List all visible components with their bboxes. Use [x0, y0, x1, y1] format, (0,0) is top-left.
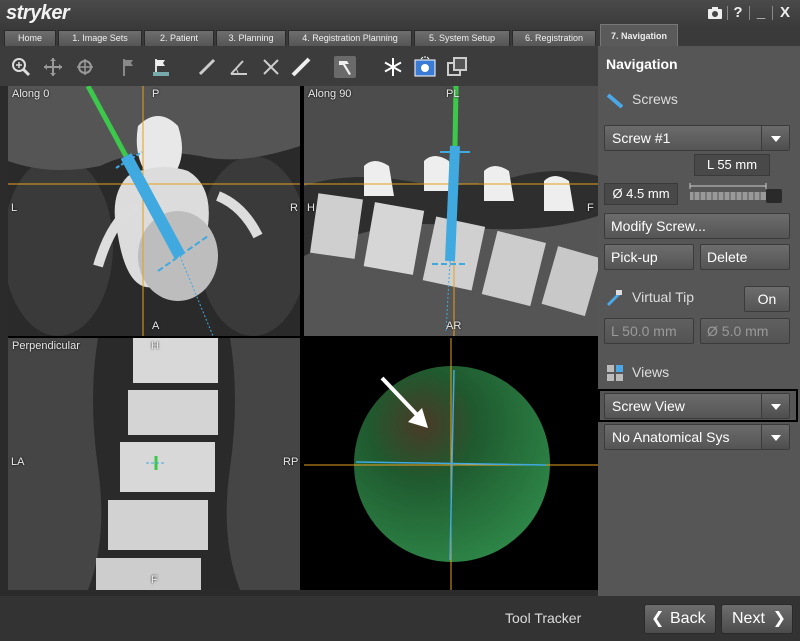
screw-view-target — [304, 338, 598, 590]
title-bar: stryker ? _ X — [0, 0, 800, 28]
chevron-down-icon — [761, 126, 789, 150]
virtual-tip-section: Virtual Tip — [606, 289, 694, 307]
tab-bar: Home 1. Image Sets 2. Patient 3. Plannin… — [0, 24, 800, 46]
stryker-logo: stryker — [6, 2, 70, 24]
screw-length-value: L 55 mm — [694, 154, 770, 176]
coronal-image — [8, 338, 300, 590]
chevron-right-icon: ❯ — [772, 610, 786, 627]
pan-icon[interactable] — [42, 56, 64, 78]
next-button[interactable]: Next ❯ — [721, 604, 793, 634]
virtual-tip-icon — [606, 289, 624, 307]
screw-select-value: Screw #1 — [612, 130, 671, 146]
landmark-icon[interactable] — [150, 56, 172, 78]
virtual-tip-label: Virtual Tip — [632, 289, 694, 305]
tab-patient[interactable]: 2. Patient — [144, 30, 214, 46]
next-button-label: Next — [732, 610, 765, 627]
chevron-left-icon: ❮ — [651, 610, 665, 627]
flag-icon[interactable] — [118, 56, 140, 78]
tab-home[interactable]: Home — [4, 30, 56, 46]
sagittal-image — [304, 86, 598, 336]
sagittal-viewport[interactable]: Along 90 PL AR H F — [304, 86, 598, 336]
tab-planning[interactable]: 3. Planning — [216, 30, 286, 46]
coronal-viewport[interactable]: Perpendicular H F LA RP — [8, 338, 300, 590]
close-button[interactable]: X — [776, 4, 794, 22]
screws-section: Screws — [606, 91, 678, 109]
view-select[interactable]: Screw View — [604, 393, 790, 419]
screw-select[interactable]: Screw #1 — [604, 125, 790, 151]
coronal-right-orient: RP — [283, 456, 299, 468]
navigation-panel: Navigation Screws Screw #1 L 55 mm Ø 4.5… — [598, 46, 800, 596]
virtual-tip-toggle[interactable]: On — [744, 286, 790, 312]
coronal-top-orient: H — [151, 340, 159, 352]
tab-system-setup[interactable]: 5. System Setup — [414, 30, 510, 46]
back-button[interactable]: ❮ Back — [644, 604, 716, 634]
tip-diameter-field[interactable]: Ø 5.0 mm — [700, 318, 790, 344]
panel-title: Navigation — [606, 56, 678, 72]
axial-top-orient: P — [152, 88, 160, 100]
chevron-down-icon — [761, 394, 789, 418]
tab-registration-planning[interactable]: 4. Registration Planning — [288, 30, 412, 46]
camera-icon[interactable] — [706, 4, 724, 22]
views-section: Views — [606, 364, 669, 382]
anatomical-system-select[interactable]: No Anatomical Sys — [604, 424, 790, 450]
zoom-icon[interactable] — [10, 56, 32, 78]
sagittal-left-orient: H — [307, 202, 315, 214]
screw-view-viewport[interactable] — [304, 338, 598, 590]
bottom-bar: Tool Tracker ❮ Back Next ❯ — [0, 596, 800, 641]
camera-view-icon[interactable] — [414, 56, 436, 78]
chevron-down-icon — [761, 425, 789, 449]
views-section-label: Views — [632, 364, 670, 380]
hammer-icon[interactable] — [334, 56, 356, 78]
views-icon — [606, 364, 624, 382]
delete-button[interactable]: Delete — [700, 244, 790, 270]
sagittal-bottom-orient: AR — [446, 320, 462, 332]
minimize-button[interactable]: _ — [752, 4, 770, 22]
anatomical-select-value: No Anatomical Sys — [612, 429, 730, 445]
screw-icon — [606, 91, 624, 109]
tool-tracker-status: Tool Tracker — [505, 610, 582, 626]
axial-viewport[interactable]: Along 0 P A L R — [8, 86, 300, 336]
ruler-icon[interactable] — [196, 56, 218, 78]
coronal-label: Perpendicular — [12, 340, 80, 352]
axial-bottom-orient: A — [152, 320, 160, 332]
axial-image — [8, 86, 300, 336]
tab-image-sets[interactable]: 1. Image Sets — [58, 30, 142, 46]
coronal-left-orient: LA — [11, 456, 25, 468]
toolbar — [0, 46, 598, 86]
axial-label: Along 0 — [12, 88, 50, 100]
pickup-button[interactable]: Pick-up — [604, 244, 694, 270]
screw-diameter-value: Ø 4.5 mm — [604, 183, 678, 205]
tab-registration[interactable]: 6. Registration — [512, 30, 596, 46]
view-select-value: Screw View — [612, 398, 685, 414]
sagittal-top-orient: PL — [446, 88, 460, 100]
viewport-grid: Along 0 P A L R Along 90 PL AR H F Perpe… — [8, 86, 598, 590]
tip-length-field[interactable]: L 50.0 mm — [604, 318, 694, 344]
layers-icon[interactable] — [446, 56, 468, 78]
sagittal-right-orient: F — [587, 202, 594, 214]
screws-section-label: Screws — [632, 91, 678, 107]
angle-icon[interactable] — [228, 56, 250, 78]
freeze-icon[interactable] — [382, 56, 404, 78]
back-button-label: Back — [670, 610, 706, 627]
tab-navigation[interactable]: 7. Navigation — [600, 24, 678, 46]
rotate-icon[interactable] — [74, 56, 96, 78]
measure-icon[interactable] — [290, 56, 312, 78]
axial-right-orient: R — [290, 202, 298, 214]
cross-icon[interactable] — [260, 56, 282, 78]
screw-diagram-icon — [686, 181, 792, 209]
help-button[interactable]: ? — [729, 4, 747, 22]
axial-left-orient: L — [11, 202, 18, 214]
modify-screw-button[interactable]: Modify Screw... — [604, 213, 790, 239]
sagittal-label: Along 90 — [308, 88, 352, 100]
coronal-bottom-orient: F — [151, 574, 158, 586]
